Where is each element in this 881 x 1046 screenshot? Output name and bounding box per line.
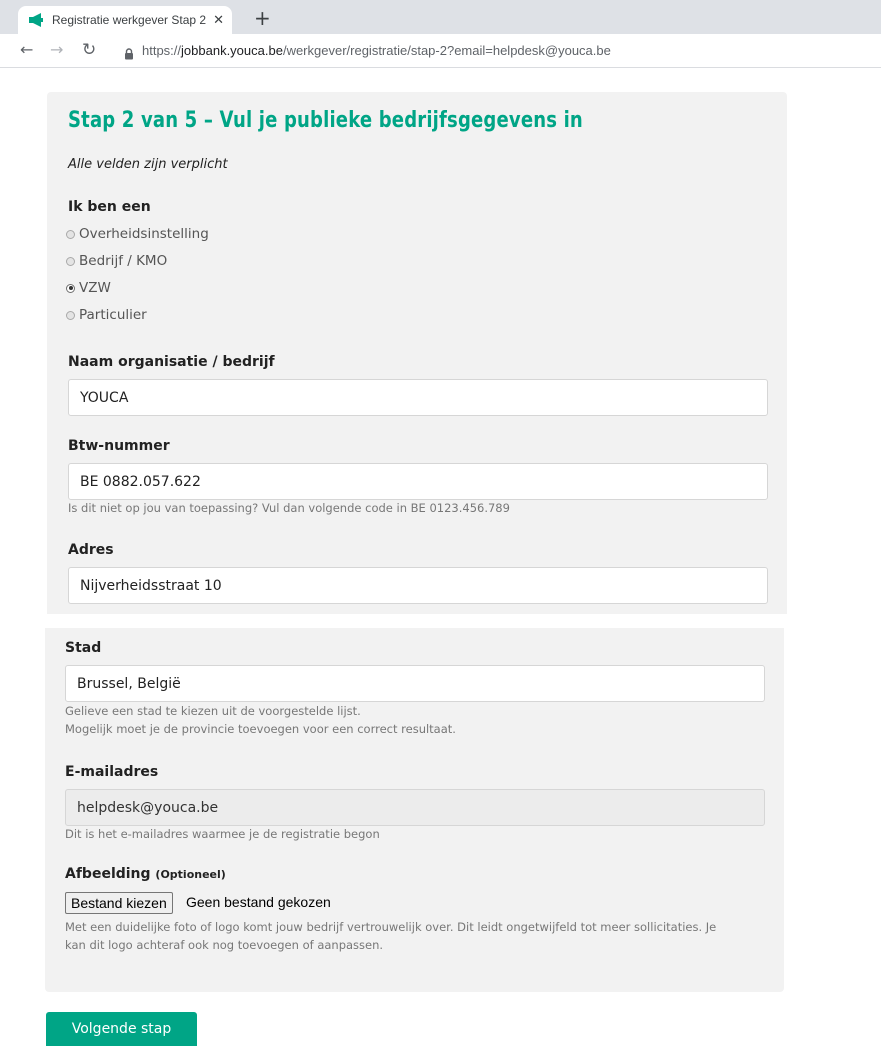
- stad-help-line2: Mogelijk moet je de provincie toevoegen …: [65, 722, 456, 736]
- adres-label: Adres: [68, 542, 114, 558]
- radio-label: Bedrijf / KMO: [79, 253, 168, 269]
- radio-label: VZW: [79, 280, 111, 296]
- tab-title: Registratie werkgever Stap 2 van: [52, 13, 207, 27]
- new-tab-plus-icon[interactable]: +: [254, 6, 271, 30]
- stad-input[interactable]: [65, 665, 765, 702]
- email-help-text: Dit is het e-mailadres waarmee je de reg…: [65, 827, 380, 841]
- stad-help-line1: Gelieve een stad te kiezen uit de voorge…: [65, 704, 361, 718]
- radio-vzw[interactable]: VZW: [66, 279, 209, 297]
- type-radio-group: Overheidsinstelling Bedrijf / KMO VZW Pa…: [66, 225, 209, 324]
- type-label: Ik ben een: [68, 199, 151, 215]
- radio-overheid[interactable]: Overheidsinstelling: [66, 225, 209, 243]
- afbeelding-help-line2: kan dit logo achteraf ook nog toevoegen …: [65, 938, 384, 952]
- back-arrow-icon[interactable]: ←: [20, 40, 33, 60]
- browser-toolbar: ← → ↻ https://jobbank.youca.be/werkgever…: [0, 34, 881, 68]
- radio-label: Overheidsinstelling: [79, 226, 209, 242]
- close-icon[interactable]: ✕: [213, 13, 224, 28]
- radio-button[interactable]: [66, 229, 75, 239]
- radio-particulier[interactable]: Particulier: [66, 306, 209, 324]
- email-label: E-mailadres: [65, 764, 159, 780]
- page-title: Stap 2 van 5 – Vul je publieke bedrijfsg…: [68, 108, 583, 133]
- forward-arrow-icon[interactable]: →: [50, 40, 63, 60]
- afbeelding-label-text: Afbeelding: [65, 866, 151, 882]
- radio-button-selected[interactable]: [66, 283, 75, 293]
- naam-label: Naam organisatie / bedrijf: [68, 354, 275, 370]
- email-input[interactable]: [65, 789, 765, 826]
- url-host: jobbank.youca.be: [181, 43, 283, 58]
- file-status: Geen bestand gekozen: [186, 894, 331, 910]
- required-note: Alle velden zijn verplicht: [68, 157, 228, 172]
- stad-label: Stad: [65, 640, 102, 656]
- btw-input[interactable]: [68, 463, 768, 500]
- address-bar[interactable]: https://jobbank.youca.be/werkgever/regis…: [142, 43, 611, 58]
- afbeelding-label: Afbeelding (Optioneel): [65, 866, 226, 882]
- adres-input[interactable]: [68, 567, 768, 604]
- btw-label: Btw-nummer: [68, 438, 170, 454]
- radio-button[interactable]: [66, 310, 75, 320]
- reload-icon[interactable]: ↻: [82, 40, 96, 60]
- browser-tab[interactable]: Registratie werkgever Stap 2 van ✕: [18, 6, 232, 34]
- lock-icon: [124, 45, 134, 64]
- next-step-button[interactable]: Volgende stap: [46, 1012, 197, 1046]
- naam-input[interactable]: [68, 379, 768, 416]
- afbeelding-help-line1: Met een duidelijke foto of logo komt jou…: [65, 920, 717, 934]
- btw-help-text: Is dit niet op jou van toepassing? Vul d…: [68, 501, 510, 515]
- radio-button[interactable]: [66, 256, 75, 266]
- radio-label: Particulier: [79, 307, 147, 323]
- url-scheme: https://: [142, 43, 182, 58]
- choose-file-button[interactable]: Bestand kiezen: [65, 892, 173, 914]
- url-path: /werkgever/registratie/stap-2?email=help…: [282, 43, 611, 58]
- optional-tag: (Optioneel): [155, 868, 226, 881]
- megaphone-icon: [28, 13, 44, 27]
- browser-tabstrip: Registratie werkgever Stap 2 van ✕ +: [0, 0, 881, 34]
- radio-bedrijf[interactable]: Bedrijf / KMO: [66, 252, 209, 270]
